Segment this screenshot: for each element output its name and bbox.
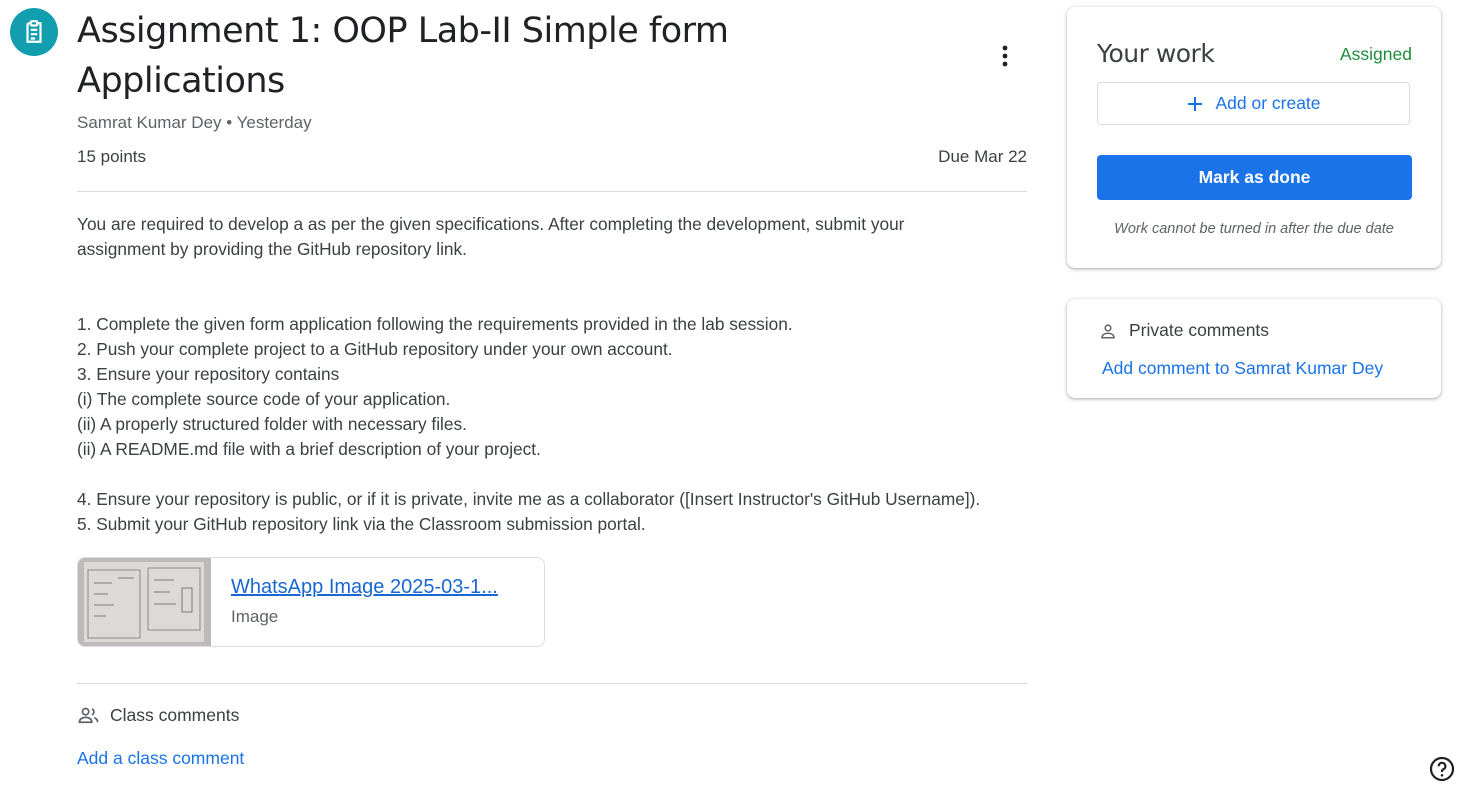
due-date: Due Mar 22 — [938, 147, 1027, 166]
description-line: 4. Ensure your repository is public, or … — [77, 489, 981, 509]
assignment-description: You are required to develop a as per the… — [77, 212, 1037, 537]
description-line — [77, 287, 1037, 312]
help-icon — [1429, 756, 1455, 782]
description-line: 1. Complete the given form application f… — [77, 314, 793, 334]
description-line: assignment by providing the GitHub repos… — [77, 239, 467, 259]
late-submission-note: Work cannot be turned in after the due d… — [1114, 221, 1394, 237]
points: 15 points — [77, 147, 146, 166]
plus-icon — [1188, 96, 1203, 111]
add-class-comment-link[interactable]: Add a class comment — [77, 748, 244, 769]
description-line: (i) The complete source code of your app… — [77, 389, 451, 409]
your-work-title: Your work — [1097, 39, 1215, 68]
description-line: (ii) A properly structured folder with n… — [77, 414, 467, 434]
attachment-type: Image — [231, 607, 279, 626]
attachment-card[interactable]: WhatsApp Image 2025-03-1... Image — [77, 557, 545, 647]
mark-as-done-button[interactable]: Mark as done — [1097, 155, 1412, 200]
header-divider — [77, 191, 1027, 192]
description-line — [77, 462, 1037, 487]
add-or-create-button[interactable]: Add or create — [1097, 82, 1410, 125]
description-line: You are required to develop a as per the… — [77, 214, 905, 234]
status-badge: Assigned — [1340, 44, 1412, 64]
description-line: 2. Push your complete project to a GitHu… — [77, 339, 673, 359]
description-line — [77, 262, 1037, 287]
description-line: (ii) A README.md file with a brief descr… — [77, 439, 541, 459]
page-title: Assignment 1: OOP Lab-II Simple form App… — [77, 11, 729, 101]
clipboard-icon — [26, 20, 42, 43]
people-icon — [78, 707, 99, 724]
attachment-title-link[interactable]: WhatsApp Image 2025-03-1... — [231, 576, 521, 599]
add-or-create-label: Add or create — [1215, 93, 1321, 113]
person-icon — [1101, 323, 1115, 338]
add-private-comment-link[interactable]: Add comment to Samrat Kumar Dey — [1102, 358, 1383, 379]
attachment-thumbnail — [78, 558, 211, 646]
private-comments-header: Private comments — [1099, 320, 1269, 341]
class-comments-header: Class comments — [77, 704, 239, 727]
description-line: 5. Submit your GitHub repository link vi… — [77, 514, 646, 534]
help-button[interactable] — [1428, 755, 1456, 783]
your-work-card: Your work Assigned Add or create Mark as… — [1067, 7, 1441, 268]
comments-divider — [77, 683, 1027, 684]
more-vert-icon — [1002, 45, 1008, 67]
description-line: 3. Ensure your repository contains — [77, 364, 340, 384]
class-comments-label: Class comments — [110, 705, 240, 725]
assignment-icon — [10, 8, 58, 56]
private-comments-label: Private comments — [1129, 320, 1270, 340]
author-and-date: Samrat Kumar Dey • Yesterday — [77, 113, 312, 132]
private-comments-card: Private comments Add comment to Samrat K… — [1067, 299, 1441, 398]
more-options-button[interactable] — [985, 36, 1025, 76]
